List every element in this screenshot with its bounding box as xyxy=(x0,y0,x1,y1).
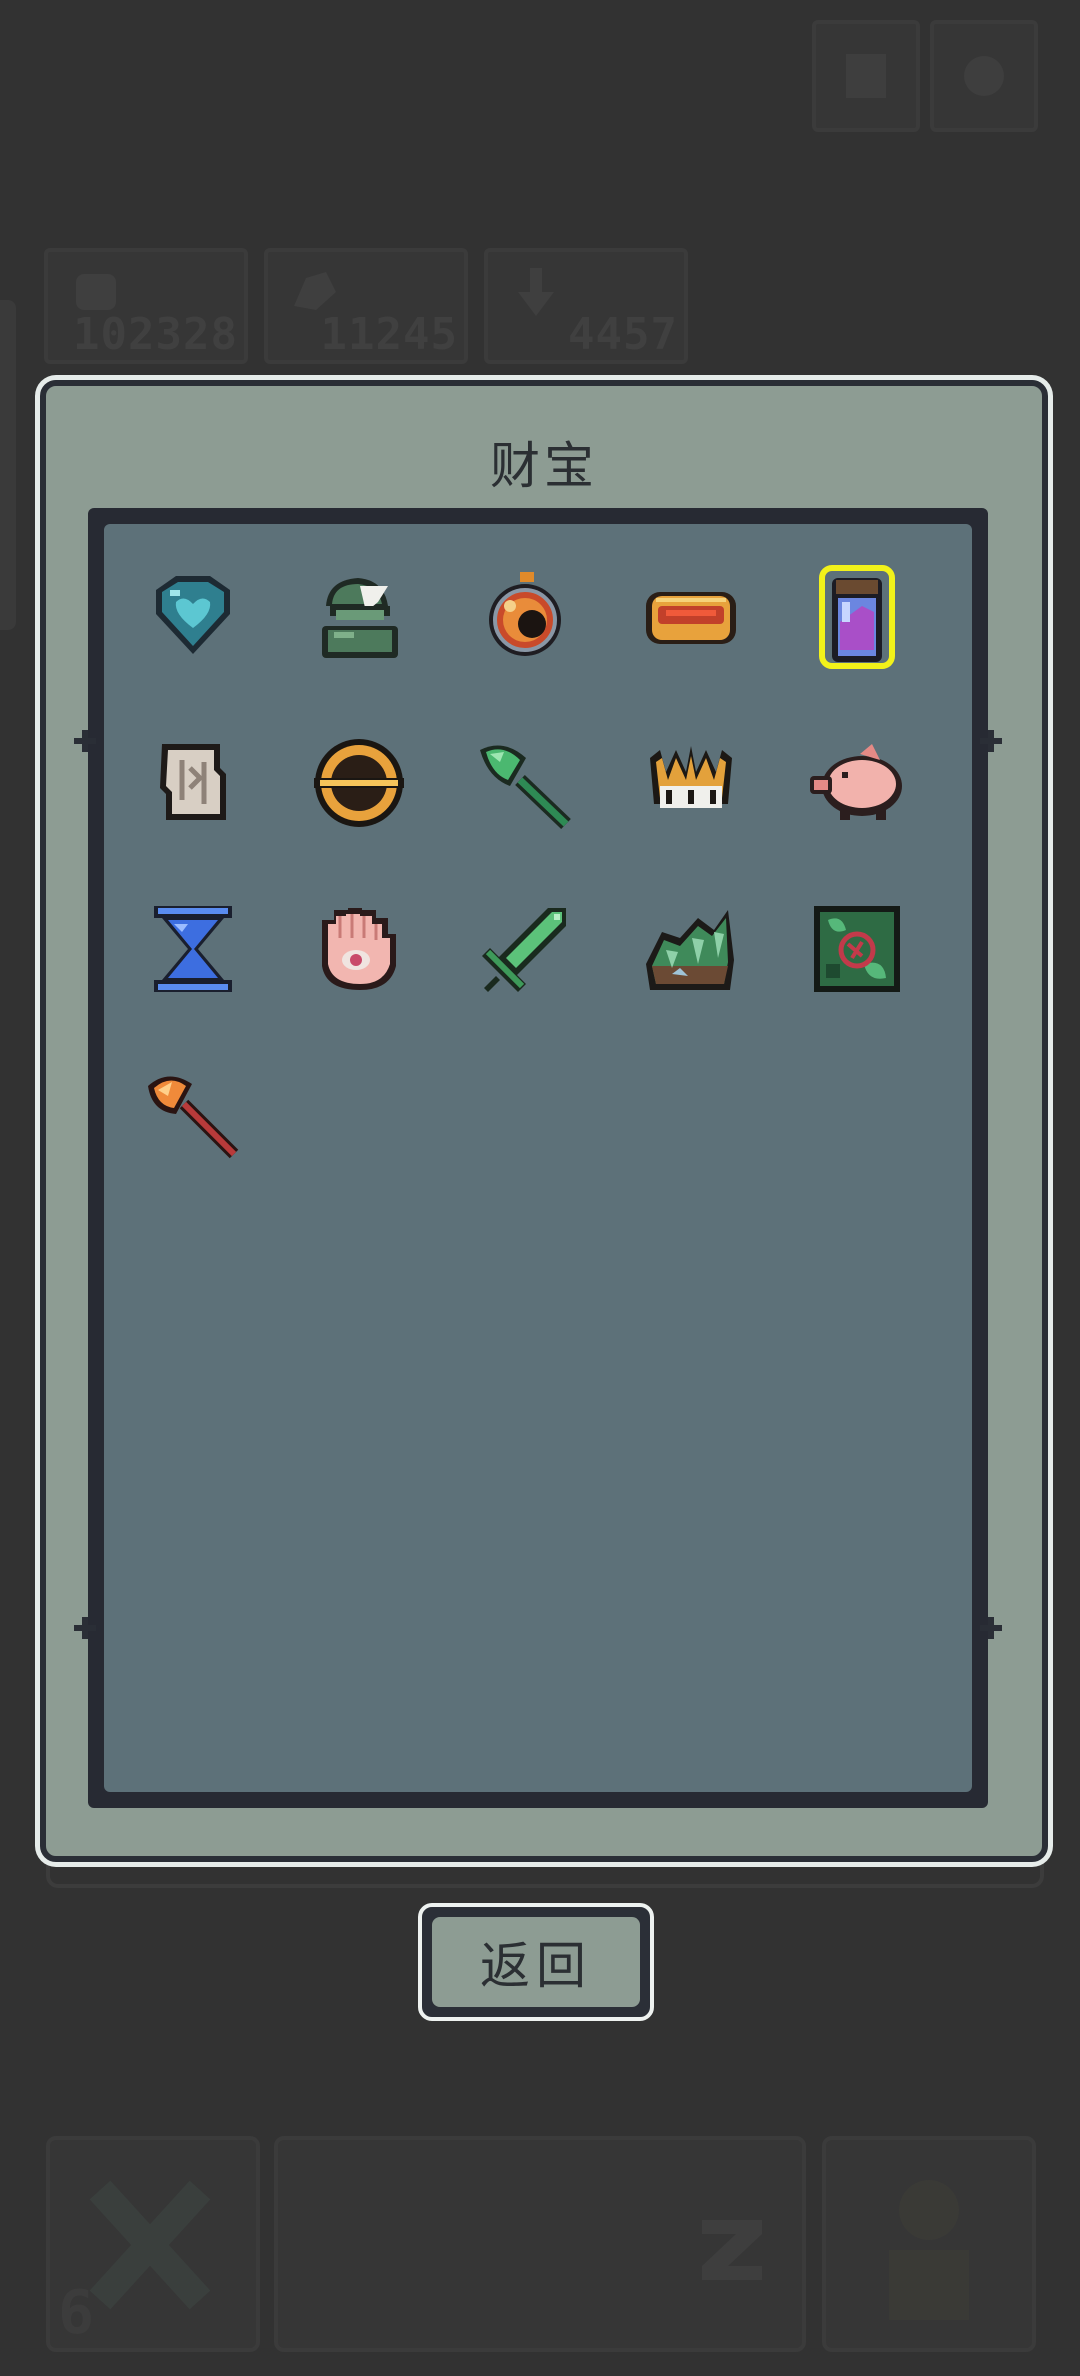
resource-value: 4457 xyxy=(568,309,678,360)
blue-hourglass-icon[interactable] xyxy=(138,894,248,1004)
blue-heart-gem-icon[interactable] xyxy=(138,562,248,672)
frame-rivet xyxy=(980,730,1002,752)
settings-icon xyxy=(964,56,1004,96)
fire-axe-icon[interactable] xyxy=(138,1060,248,1170)
green-axe-icon[interactable] xyxy=(470,728,580,838)
settings-button[interactable] xyxy=(930,20,1038,132)
map-button[interactable] xyxy=(812,20,920,132)
green-rune-book-icon[interactable] xyxy=(802,894,912,1004)
golden-crown-icon[interactable] xyxy=(636,728,746,838)
potion-jar-icon[interactable] xyxy=(802,562,912,672)
pink-pig-icon[interactable] xyxy=(802,728,912,838)
resource-power: 11245 xyxy=(264,248,468,364)
resource-value: 102328 xyxy=(73,309,238,360)
gold-ring-icon[interactable] xyxy=(636,562,746,672)
eye-hand-icon[interactable] xyxy=(304,894,414,1004)
sleep-icon xyxy=(702,2220,762,2280)
green-helmet-icon[interactable] xyxy=(304,562,414,672)
ancient-scroll-icon[interactable] xyxy=(138,728,248,838)
map-icon xyxy=(846,54,886,98)
golden-disc-icon[interactable] xyxy=(304,728,414,838)
frame-rivet xyxy=(74,1617,96,1639)
green-sword-icon[interactable] xyxy=(470,894,580,1004)
resource-drop: 4457 xyxy=(484,248,688,364)
treasure-grid-frame xyxy=(74,508,1002,1808)
arrow-down-icon xyxy=(518,268,554,316)
dialog-title: 财宝 xyxy=(490,437,598,495)
resource-strength: 102328 xyxy=(44,248,248,364)
crystal-rock-icon[interactable] xyxy=(636,894,746,1004)
resource-value: 11245 xyxy=(320,309,458,360)
side-tab[interactable] xyxy=(0,300,16,630)
eye-orb-icon[interactable] xyxy=(470,562,580,672)
frame-rivet xyxy=(74,730,96,752)
back-button-label: 返回 xyxy=(432,1917,640,2007)
treasure-dialog: 财宝 xyxy=(40,380,1048,1862)
attack-slot[interactable]: 6 xyxy=(46,2136,260,2352)
back-button[interactable]: 返回 xyxy=(418,1903,654,2021)
treasure-grid xyxy=(104,524,972,1792)
frame-rivet xyxy=(980,1617,1002,1639)
slot-count: 6 xyxy=(58,2278,95,2348)
character-slot[interactable] xyxy=(822,2136,1036,2352)
character-icon xyxy=(889,2180,969,2320)
message-slot[interactable] xyxy=(274,2136,806,2352)
